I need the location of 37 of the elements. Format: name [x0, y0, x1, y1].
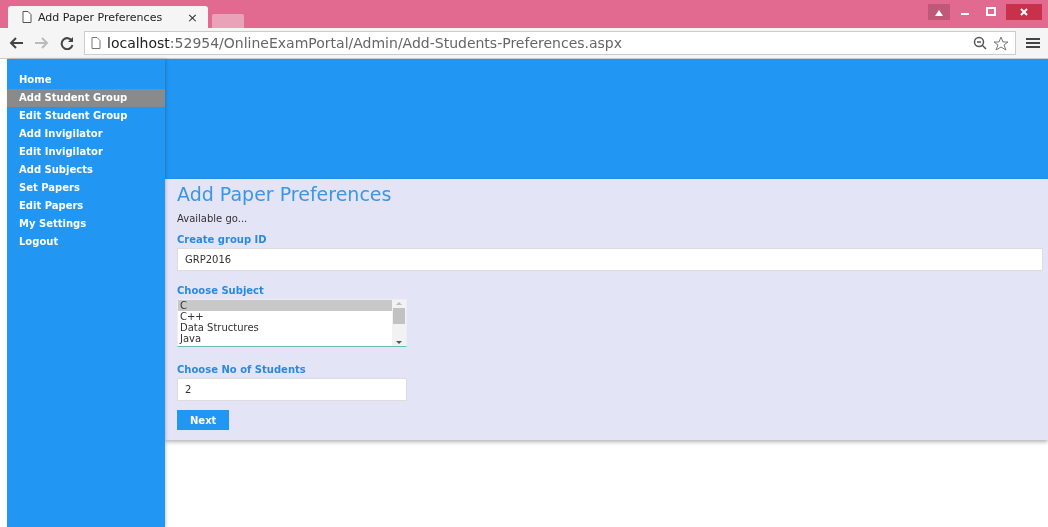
- sidebar-item[interactable]: Home: [7, 71, 165, 89]
- tab-close-button[interactable]: ×: [187, 9, 198, 25]
- field-label: Choose No of Students: [177, 364, 306, 375]
- user-icon[interactable]: [928, 4, 950, 20]
- sidebar-item[interactable]: Edit Papers: [7, 197, 165, 215]
- info-text: Available go...: [177, 213, 248, 224]
- field-label: Choose Subject: [177, 285, 264, 296]
- zoom-icon[interactable]: [973, 36, 987, 50]
- close-icon[interactable]: [1006, 4, 1042, 20]
- menu-icon[interactable]: [1026, 37, 1040, 49]
- sidebar-item[interactable]: Add Invigilator: [7, 125, 165, 143]
- list-option[interactable]: C: [178, 300, 392, 311]
- star-icon[interactable]: [993, 35, 1009, 51]
- field-label: Create group ID: [177, 234, 267, 245]
- address-bar[interactable]: localhost:52954/OnlineExamPortal/Admin/Add-Students-Preferences.aspx: [84, 31, 1016, 55]
- sidebar-item[interactable]: Add Subjects: [7, 161, 165, 179]
- reload-icon[interactable]: [60, 36, 74, 50]
- list-option[interactable]: Java: [178, 333, 392, 344]
- group-id-field[interactable]: GRP2016: [177, 248, 1043, 271]
- next-button[interactable]: Next: [177, 410, 230, 430]
- students-count-field[interactable]: 2: [177, 378, 407, 401]
- list-option[interactable]: Data Structures: [178, 322, 392, 333]
- sidebar-item[interactable]: My Settings: [7, 215, 165, 233]
- page-icon: [22, 11, 32, 23]
- list-option[interactable]: C++: [178, 311, 392, 322]
- back-arrow-icon[interactable]: [8, 36, 24, 50]
- browser-tab[interactable]: Add Paper Preferences ×: [8, 6, 208, 28]
- sidebar-item[interactable]: Set Papers: [7, 179, 165, 197]
- page-icon: [91, 37, 101, 49]
- scroll-down-icon[interactable]: [395, 340, 403, 346]
- sidebar-item[interactable]: Edit Student Group: [7, 107, 165, 125]
- sidebar-item[interactable]: Logout: [7, 233, 165, 251]
- sidebar-item[interactable]: Edit Invigilator: [7, 143, 165, 161]
- subject-listbox[interactable]: C C++ Data Structures Java: [177, 299, 407, 347]
- sidebar-item[interactable]: Add Student Group: [7, 89, 165, 107]
- scrollbar[interactable]: [392, 300, 406, 346]
- page-title: Add Paper Preferences: [177, 182, 392, 207]
